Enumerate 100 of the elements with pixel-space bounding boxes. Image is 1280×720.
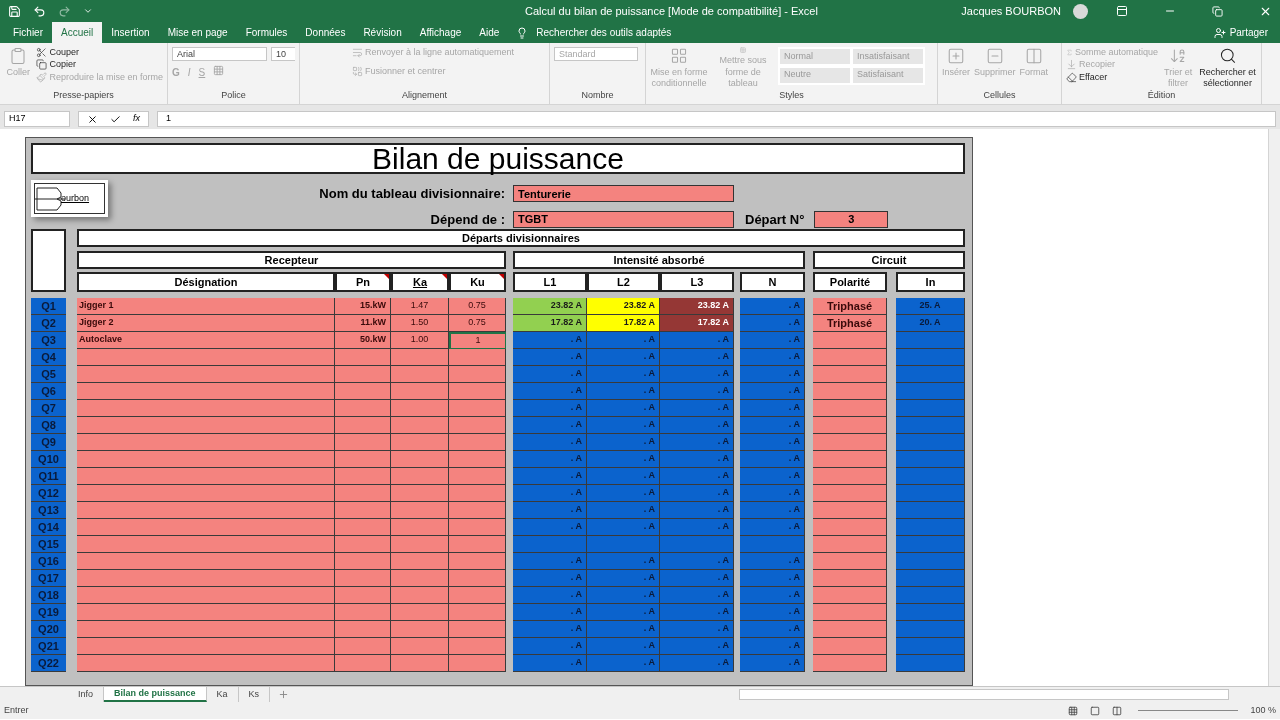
table-cell bbox=[896, 485, 965, 502]
row-label: Q10 bbox=[31, 451, 66, 468]
group-label: Édition bbox=[1147, 89, 1176, 102]
row-label: Q22 bbox=[31, 655, 66, 672]
field-value[interactable]: 3 bbox=[814, 210, 889, 228]
table-cell: . A bbox=[740, 383, 805, 400]
table-cell: 20. A bbox=[896, 315, 965, 332]
table-cell: . A bbox=[740, 400, 805, 417]
field-label: Nom du tableau divisionnaire: bbox=[318, 185, 505, 203]
table-cell: . A bbox=[660, 655, 734, 672]
name-box[interactable]: H17 bbox=[4, 111, 70, 127]
table-cell bbox=[391, 366, 449, 383]
table-cell: 17.82 A bbox=[513, 315, 587, 332]
copy-button[interactable]: Copier bbox=[36, 59, 163, 71]
tell-me-button[interactable]: Rechercher des outils adaptés bbox=[528, 22, 680, 43]
table-cell: . A bbox=[513, 332, 587, 349]
insert-function-button[interactable]: fx bbox=[133, 112, 140, 126]
row-label: Q4 bbox=[31, 349, 66, 366]
table-cell bbox=[740, 536, 805, 553]
share-button[interactable]: Partager bbox=[1205, 22, 1276, 43]
table-cell: 23.82 A bbox=[513, 298, 587, 315]
fill-icon bbox=[1066, 59, 1077, 71]
row-label: Q20 bbox=[31, 621, 66, 638]
table-cell bbox=[391, 434, 449, 451]
enter-icon[interactable] bbox=[110, 113, 121, 125]
table-cell: . A bbox=[740, 604, 805, 621]
table-cell: . A bbox=[587, 485, 660, 502]
table-cell: 1.47 bbox=[391, 298, 449, 315]
table-cell bbox=[896, 587, 965, 604]
table-cell: . A bbox=[740, 519, 805, 536]
table-cell: . A bbox=[660, 332, 734, 349]
table-cell: . A bbox=[740, 638, 805, 655]
formula-field[interactable]: 1 bbox=[157, 111, 1276, 127]
menu-tab[interactable]: Révision bbox=[354, 22, 411, 43]
table-cell bbox=[391, 400, 449, 417]
cancel-icon[interactable] bbox=[87, 113, 98, 125]
table-cell: . A bbox=[660, 485, 734, 502]
table-cell: . A bbox=[740, 434, 805, 451]
group-label: Cellules bbox=[983, 89, 1016, 102]
table-cell: . A bbox=[587, 587, 660, 604]
sheet-tab[interactable]: Bilan de puissance bbox=[104, 687, 207, 702]
table-cell bbox=[896, 400, 965, 417]
sheet-title: Bilan de puissance bbox=[31, 143, 965, 174]
field-value[interactable]: TGBT bbox=[513, 210, 734, 228]
page-break-icon[interactable] bbox=[1112, 705, 1123, 716]
table-cell: . A bbox=[740, 587, 805, 604]
menu-tab[interactable]: Formules bbox=[236, 22, 297, 43]
menu-tab[interactable]: Mise en page bbox=[158, 22, 237, 43]
menu-tab[interactable]: Accueil bbox=[52, 22, 103, 43]
group-label: Nombre bbox=[581, 89, 614, 102]
window-title: Calcul du bilan de puissance [Mode de compatibilité] - Excel bbox=[525, 3, 818, 19]
menu-tab[interactable]: Affichage bbox=[410, 22, 471, 43]
menu-tab[interactable]: Fichier bbox=[4, 22, 52, 43]
table-cell bbox=[391, 468, 449, 485]
table-cell bbox=[896, 553, 965, 570]
share-icon bbox=[1213, 26, 1226, 39]
find-select-button[interactable]: Rechercher et sélectionner bbox=[1198, 47, 1257, 89]
table-cell bbox=[391, 383, 449, 400]
table-cell: . A bbox=[587, 621, 660, 638]
clear-button[interactable]: Effacer bbox=[1066, 71, 1158, 83]
row-label: Q16 bbox=[31, 553, 66, 570]
size-field[interactable]: 10 bbox=[271, 47, 295, 61]
menu-tab[interactable]: Insertion bbox=[102, 22, 159, 43]
row-label: Q3 bbox=[31, 332, 66, 349]
cut-button[interactable]: Couper bbox=[36, 47, 163, 59]
field-value[interactable]: Tenturerie bbox=[513, 185, 734, 203]
table-cell bbox=[335, 536, 391, 553]
customize-icon[interactable] bbox=[83, 6, 93, 16]
table-cell: Triphasé bbox=[813, 298, 887, 315]
add-sheet-icon[interactable] bbox=[278, 689, 290, 700]
table-cell: . A bbox=[513, 434, 587, 451]
table-cell bbox=[335, 366, 391, 383]
table-cell: . A bbox=[587, 604, 660, 621]
table-cell bbox=[896, 468, 965, 485]
table-cell: . A bbox=[513, 468, 587, 485]
paste-icon bbox=[9, 47, 28, 65]
status-mode: Entrer bbox=[4, 703, 29, 717]
table-cell: . A bbox=[587, 332, 660, 349]
table-cell: . A bbox=[513, 604, 587, 621]
menu-tab[interactable]: Données bbox=[296, 22, 355, 43]
undo-icon[interactable] bbox=[33, 4, 46, 18]
table-cell: . A bbox=[740, 570, 805, 587]
table-cell: Autoclave bbox=[77, 332, 335, 349]
save-icon[interactable] bbox=[8, 4, 21, 18]
group-header: Circuit bbox=[813, 251, 965, 269]
menu-tab[interactable]: Aide bbox=[470, 22, 509, 43]
row-label: Q18 bbox=[31, 587, 66, 604]
table-cell bbox=[335, 655, 391, 672]
column-header: Désignation bbox=[77, 272, 335, 292]
table-cell bbox=[335, 349, 391, 366]
restore-icon[interactable] bbox=[1212, 5, 1223, 17]
font-field[interactable]: Arial bbox=[172, 47, 267, 61]
page-layout-icon[interactable] bbox=[1090, 705, 1101, 716]
horizontal-scrollbar[interactable] bbox=[739, 689, 1230, 700]
table-cell: . A bbox=[660, 400, 734, 417]
table-cell: . A bbox=[587, 553, 660, 570]
normal-view-icon[interactable] bbox=[1068, 705, 1079, 716]
table-cell: . A bbox=[587, 349, 660, 366]
ribbon-options-icon[interactable] bbox=[1116, 5, 1128, 17]
table-cell: . A bbox=[660, 638, 734, 655]
